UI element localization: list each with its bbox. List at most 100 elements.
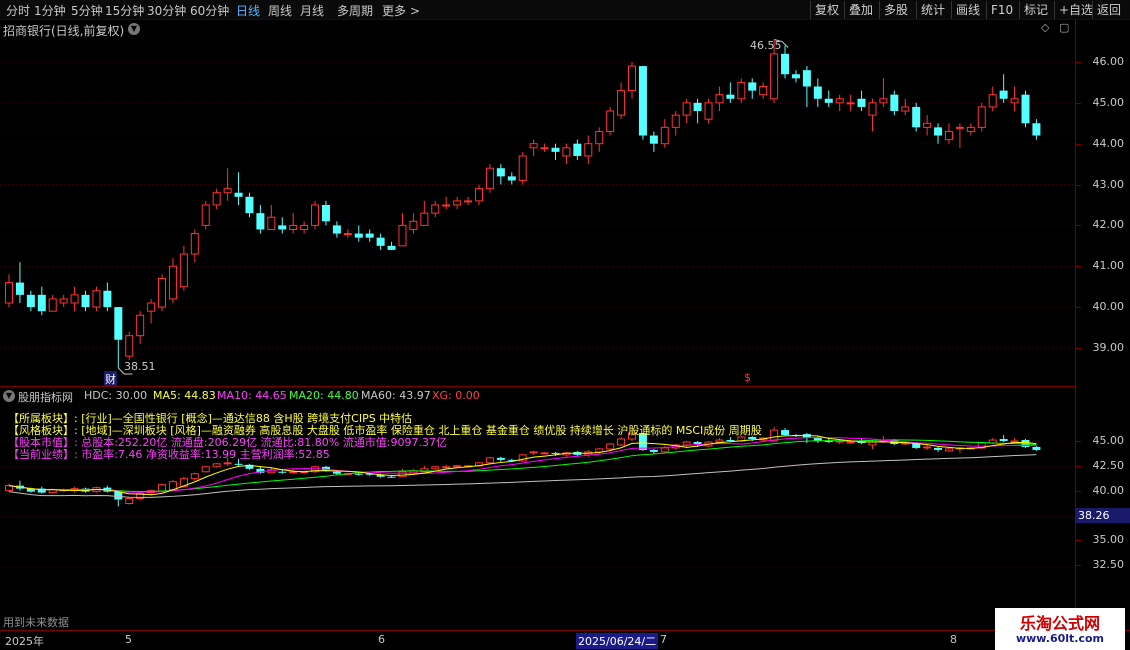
main-candle-body-up xyxy=(704,102,713,120)
stats-button[interactable]: 统计 xyxy=(916,1,949,19)
main-axis-tickmark xyxy=(1076,102,1081,104)
period-tab-more[interactable]: 更多 > xyxy=(382,2,420,19)
period-tab-daily[interactable]: 日线 xyxy=(236,2,260,19)
candlestick-chart[interactable]: 46.55 38.51 财 $ xyxy=(0,38,1075,387)
sub-axis-tick: 42.50 xyxy=(1092,458,1125,472)
event-marker[interactable]: $ xyxy=(744,371,751,384)
main-candle-body-up xyxy=(529,143,538,149)
sub-candle-body-down xyxy=(354,473,363,475)
main-candle-body-up xyxy=(485,167,494,190)
main-candle-body-up xyxy=(223,188,232,194)
period-tab-1min[interactable]: 1分钟 xyxy=(34,2,66,19)
main-candle-body-up xyxy=(190,233,199,255)
main-candle-body-up xyxy=(48,298,57,312)
main-candle-body-up xyxy=(125,335,134,357)
main-candle-body-up xyxy=(617,90,626,116)
main-candle-body-down xyxy=(103,290,112,308)
main-axis-tick: 44.00 xyxy=(1092,136,1125,150)
overlay-button[interactable]: 叠加 xyxy=(844,1,877,19)
main-axis-tick: 39.00 xyxy=(1092,340,1125,354)
back-button[interactable]: 返回 xyxy=(1092,1,1125,19)
period-tab-60min[interactable]: 60分钟 xyxy=(190,2,229,19)
diamond-icon[interactable]: ◇ xyxy=(1041,21,1049,34)
sub-candle-body-up xyxy=(540,452,549,455)
period-tab-multi[interactable]: 多周期 xyxy=(337,2,373,19)
main-candle-body-up xyxy=(136,314,145,337)
main-candle-body-up xyxy=(955,126,964,129)
chevron-down-icon[interactable]: ▼ xyxy=(3,390,15,402)
sub-candle-body-up xyxy=(190,473,199,480)
period-tab-30min[interactable]: 30分钟 xyxy=(147,2,186,19)
main-candle-body-down xyxy=(857,98,866,107)
sub-candle-body-up xyxy=(529,451,538,454)
main-candle-body-up xyxy=(846,102,855,105)
main-candle-body-down xyxy=(496,168,505,177)
main-candle-body-up xyxy=(311,204,320,226)
main-candle-body-up xyxy=(671,114,680,128)
main-candle-body-down xyxy=(26,294,35,308)
sub-candle-body-down xyxy=(234,463,243,465)
sub-candle-body-up xyxy=(595,448,604,453)
main-candle-body-up xyxy=(944,130,953,141)
financial-report-marker[interactable]: 财 xyxy=(104,371,117,387)
info-performance-tag: 【当前业绩】: xyxy=(8,448,78,461)
main-candle-body-down xyxy=(824,98,833,103)
main-candle-body-up xyxy=(212,192,221,206)
stock-title-bar: 招商银行(日线,前复权) ▼ ◇ ▢ xyxy=(0,20,1075,38)
indicator-name[interactable]: 股朋指标网 xyxy=(18,389,73,405)
mark-button[interactable]: 标记 xyxy=(1019,1,1052,19)
sub-candle-body-down xyxy=(387,476,396,478)
main-axis-tick: 43.00 xyxy=(1092,177,1125,191)
period-tab-weekly[interactable]: 周线 xyxy=(268,2,292,19)
main-candle-body-down xyxy=(934,127,943,136)
main-candle-body-down xyxy=(256,213,265,230)
sub-candle-body-down xyxy=(278,471,287,473)
main-candle-body-up xyxy=(168,265,177,300)
main-candle-body-down xyxy=(638,66,647,136)
date-label-jul: 7 xyxy=(660,633,667,646)
fuquan-button[interactable]: 复权 xyxy=(810,1,843,19)
chevron-down-icon[interactable]: ▼ xyxy=(128,23,140,35)
main-candle-body-up xyxy=(562,147,571,157)
high-price-label: 46.55 xyxy=(750,39,782,52)
sub-candle-body-down xyxy=(693,442,702,444)
main-candle-body-up xyxy=(59,298,68,304)
main-candle-body-up xyxy=(759,86,768,96)
main-candle-body-up xyxy=(343,233,352,236)
main-candle-body-up xyxy=(518,155,527,181)
main-candle-body-up xyxy=(92,290,101,308)
main-axis-tick: 41.00 xyxy=(1092,259,1125,273)
sub-axis-tick: 32.50 xyxy=(1092,558,1125,571)
main-candle-body-down xyxy=(332,225,341,234)
legend-ma10: MA10: 44.65 xyxy=(217,389,287,402)
main-candle-body-down xyxy=(37,294,46,312)
main-candle-body-down xyxy=(802,70,811,87)
main-axis-tick: 40.00 xyxy=(1092,300,1125,314)
date-cursor-label: 2025/06/24/二 xyxy=(576,633,659,649)
multi-stock-button[interactable]: 多股 xyxy=(879,1,912,19)
f10-button[interactable]: F10 xyxy=(986,1,1017,19)
candlestick-svg xyxy=(0,39,1075,375)
site-watermark: 乐淘公式网 www.60lt.com xyxy=(995,608,1125,650)
main-candle-body-down xyxy=(354,233,363,238)
sub-candle-body-up xyxy=(289,471,298,474)
indicator-panel: ▼ 股朋指标网 HDC: 30.00 MA5: 44.83 MA10: 44.6… xyxy=(0,386,1075,630)
draw-line-button[interactable]: 画线 xyxy=(951,1,984,19)
main-candle-body-down xyxy=(234,192,243,197)
minimize-icon[interactable]: ▢ xyxy=(1059,21,1069,34)
main-candle-body-down xyxy=(278,225,287,230)
period-tab-5min[interactable]: 5分钟 xyxy=(71,2,103,19)
main-candle-body-up xyxy=(660,126,669,145)
main-candle-body-down xyxy=(114,307,123,340)
period-tab-monthly[interactable]: 月线 xyxy=(300,2,324,19)
main-candle-body-down xyxy=(321,204,330,222)
sub-candle-body-down xyxy=(726,440,735,442)
sub-candle-body-down xyxy=(551,452,560,454)
period-tab-15min[interactable]: 15分钟 xyxy=(105,2,144,19)
period-tab-fenshi[interactable]: 分时 xyxy=(6,2,30,19)
sub-axis-tick: 40.00 xyxy=(1092,483,1125,497)
add-favorite-button[interactable]: +自选 xyxy=(1054,1,1097,19)
sub-candle-body-up xyxy=(442,466,451,469)
main-candle-body-down xyxy=(551,147,560,152)
main-candle-body-up xyxy=(901,106,910,112)
